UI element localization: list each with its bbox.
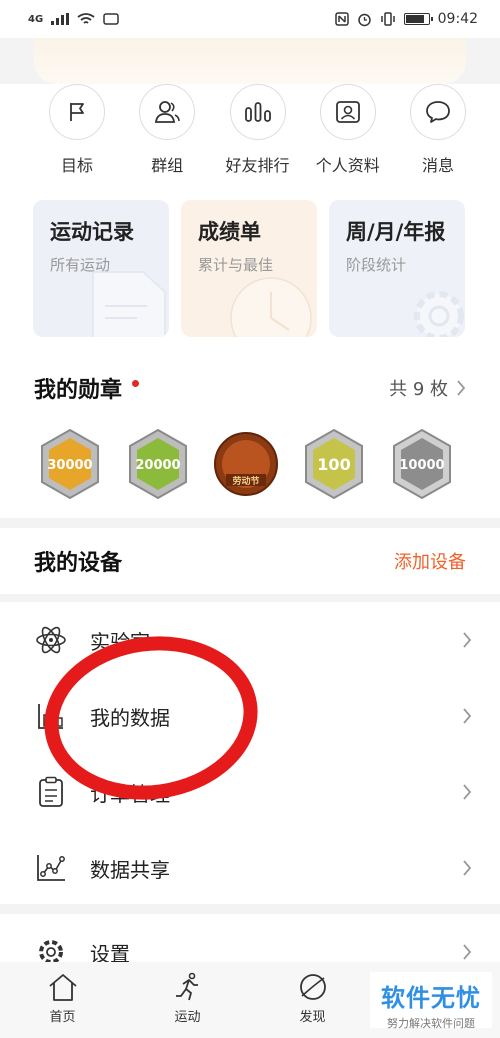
chevron-right-icon: [463, 708, 472, 724]
ranking-icon: [229, 84, 286, 140]
menu-item-data-sharing[interactable]: 数据共享: [0, 830, 500, 906]
add-device-button[interactable]: 添加设备: [394, 548, 466, 574]
tab-sport[interactable]: 运动: [125, 962, 250, 1038]
group-icon: [139, 84, 196, 140]
battery-icon: [403, 13, 433, 25]
medal-10000[interactable]: 10000: [390, 428, 454, 500]
quick-action-ranking[interactable]: 好友排行: [225, 84, 290, 176]
menu-item-label: 数据共享: [90, 857, 170, 882]
home-icon: [48, 974, 77, 1001]
stats-cards: 运动记录 所有运动 成绩单 累计与最佳 周/月/年报 阶段统计: [33, 200, 465, 337]
quick-action-label: 个人资料: [315, 156, 380, 175]
profile-icon: [319, 84, 376, 140]
card-report-card[interactable]: 成绩单 累计与最佳: [181, 200, 317, 337]
vibrate-icon: [380, 12, 395, 26]
annotation-circle: [44, 636, 258, 800]
nfc-icon: [334, 12, 349, 26]
card-sport-records[interactable]: 运动记录 所有运动: [33, 200, 169, 337]
quick-action-label: 群组: [151, 156, 184, 175]
signal-icon: [51, 13, 70, 25]
tab-discover[interactable]: 发现: [250, 962, 375, 1038]
card-title: 周/月/年报: [346, 220, 446, 244]
gear-watermark-icon: [414, 291, 464, 337]
quick-action-label: 目标: [60, 156, 93, 175]
svg-text:劳动节: 劳动节: [232, 475, 259, 487]
medal-labor-day[interactable]: 劳动节: [214, 428, 278, 500]
status-bar: 4G 09:42: [0, 0, 500, 38]
quick-action-message[interactable]: 消息: [409, 84, 467, 176]
tab-home[interactable]: 首页: [0, 962, 125, 1038]
message-icon: [410, 84, 466, 140]
quick-action-label: 消息: [421, 156, 454, 175]
devices-panel: 我的设备 添加设备: [0, 528, 500, 594]
quick-action-profile[interactable]: 个人资料: [315, 84, 380, 176]
medal-list: 30000 20000 劳动节 100 10000: [38, 428, 454, 500]
medals-title: 我的勋章: [34, 378, 123, 403]
card-title: 成绩单: [198, 220, 261, 244]
document-icon: [92, 271, 166, 337]
alarm-icon: [357, 13, 371, 26]
svg-text:30000: 30000: [47, 458, 92, 473]
svg-text:100: 100: [317, 455, 350, 474]
quick-action-label: 好友排行: [225, 156, 290, 175]
network-type: 4G: [28, 13, 44, 25]
chevron-right-icon: [463, 860, 472, 876]
chevron-right-icon: [457, 380, 466, 396]
flag-icon: [49, 84, 105, 140]
medals-header[interactable]: 我的勋章 共 9 枚: [0, 372, 500, 404]
quick-action-goal[interactable]: 目标: [48, 84, 106, 176]
devices-title: 我的设备: [34, 551, 123, 576]
card-periodic-report[interactable]: 周/月/年报 阶段统计: [329, 200, 465, 337]
run-icon: [175, 972, 198, 1001]
chevron-right-icon: [463, 784, 472, 800]
chevron-right-icon: [463, 632, 472, 648]
wifi-icon: [77, 12, 95, 24]
tab-label: 首页: [49, 1010, 76, 1025]
medal-100[interactable]: 100: [302, 428, 366, 500]
clock-watermark-icon: [230, 277, 312, 337]
medal-20000[interactable]: 20000: [126, 428, 190, 500]
tab-label: 发现: [299, 1010, 326, 1025]
site-watermark: 软件无忧 努力解决软件问题: [370, 972, 492, 1030]
watermark-sub: 努力解决软件问题: [387, 1017, 475, 1030]
svg-text:10000: 10000: [399, 458, 444, 473]
medal-30000[interactable]: 30000: [38, 428, 102, 500]
medals-count: 共 9 枚: [389, 379, 448, 400]
chevron-right-icon: [463, 944, 472, 960]
tab-label: 运动: [174, 1010, 201, 1025]
share-graph-icon: [34, 851, 68, 885]
svg-text:20000: 20000: [135, 458, 180, 473]
quick-actions: 目标 群组 好友排行 个人资料 消息: [0, 84, 500, 176]
watermark-main: 软件无忧: [381, 984, 481, 1012]
new-dot: [132, 380, 140, 387]
clock: 09:42: [437, 11, 478, 27]
quick-action-group[interactable]: 群组: [138, 84, 196, 176]
profile-summary-card[interactable]: [34, 38, 466, 84]
discover-icon: [299, 974, 326, 1000]
nfc-badge-icon: [103, 13, 119, 25]
card-title: 运动记录: [50, 220, 134, 244]
